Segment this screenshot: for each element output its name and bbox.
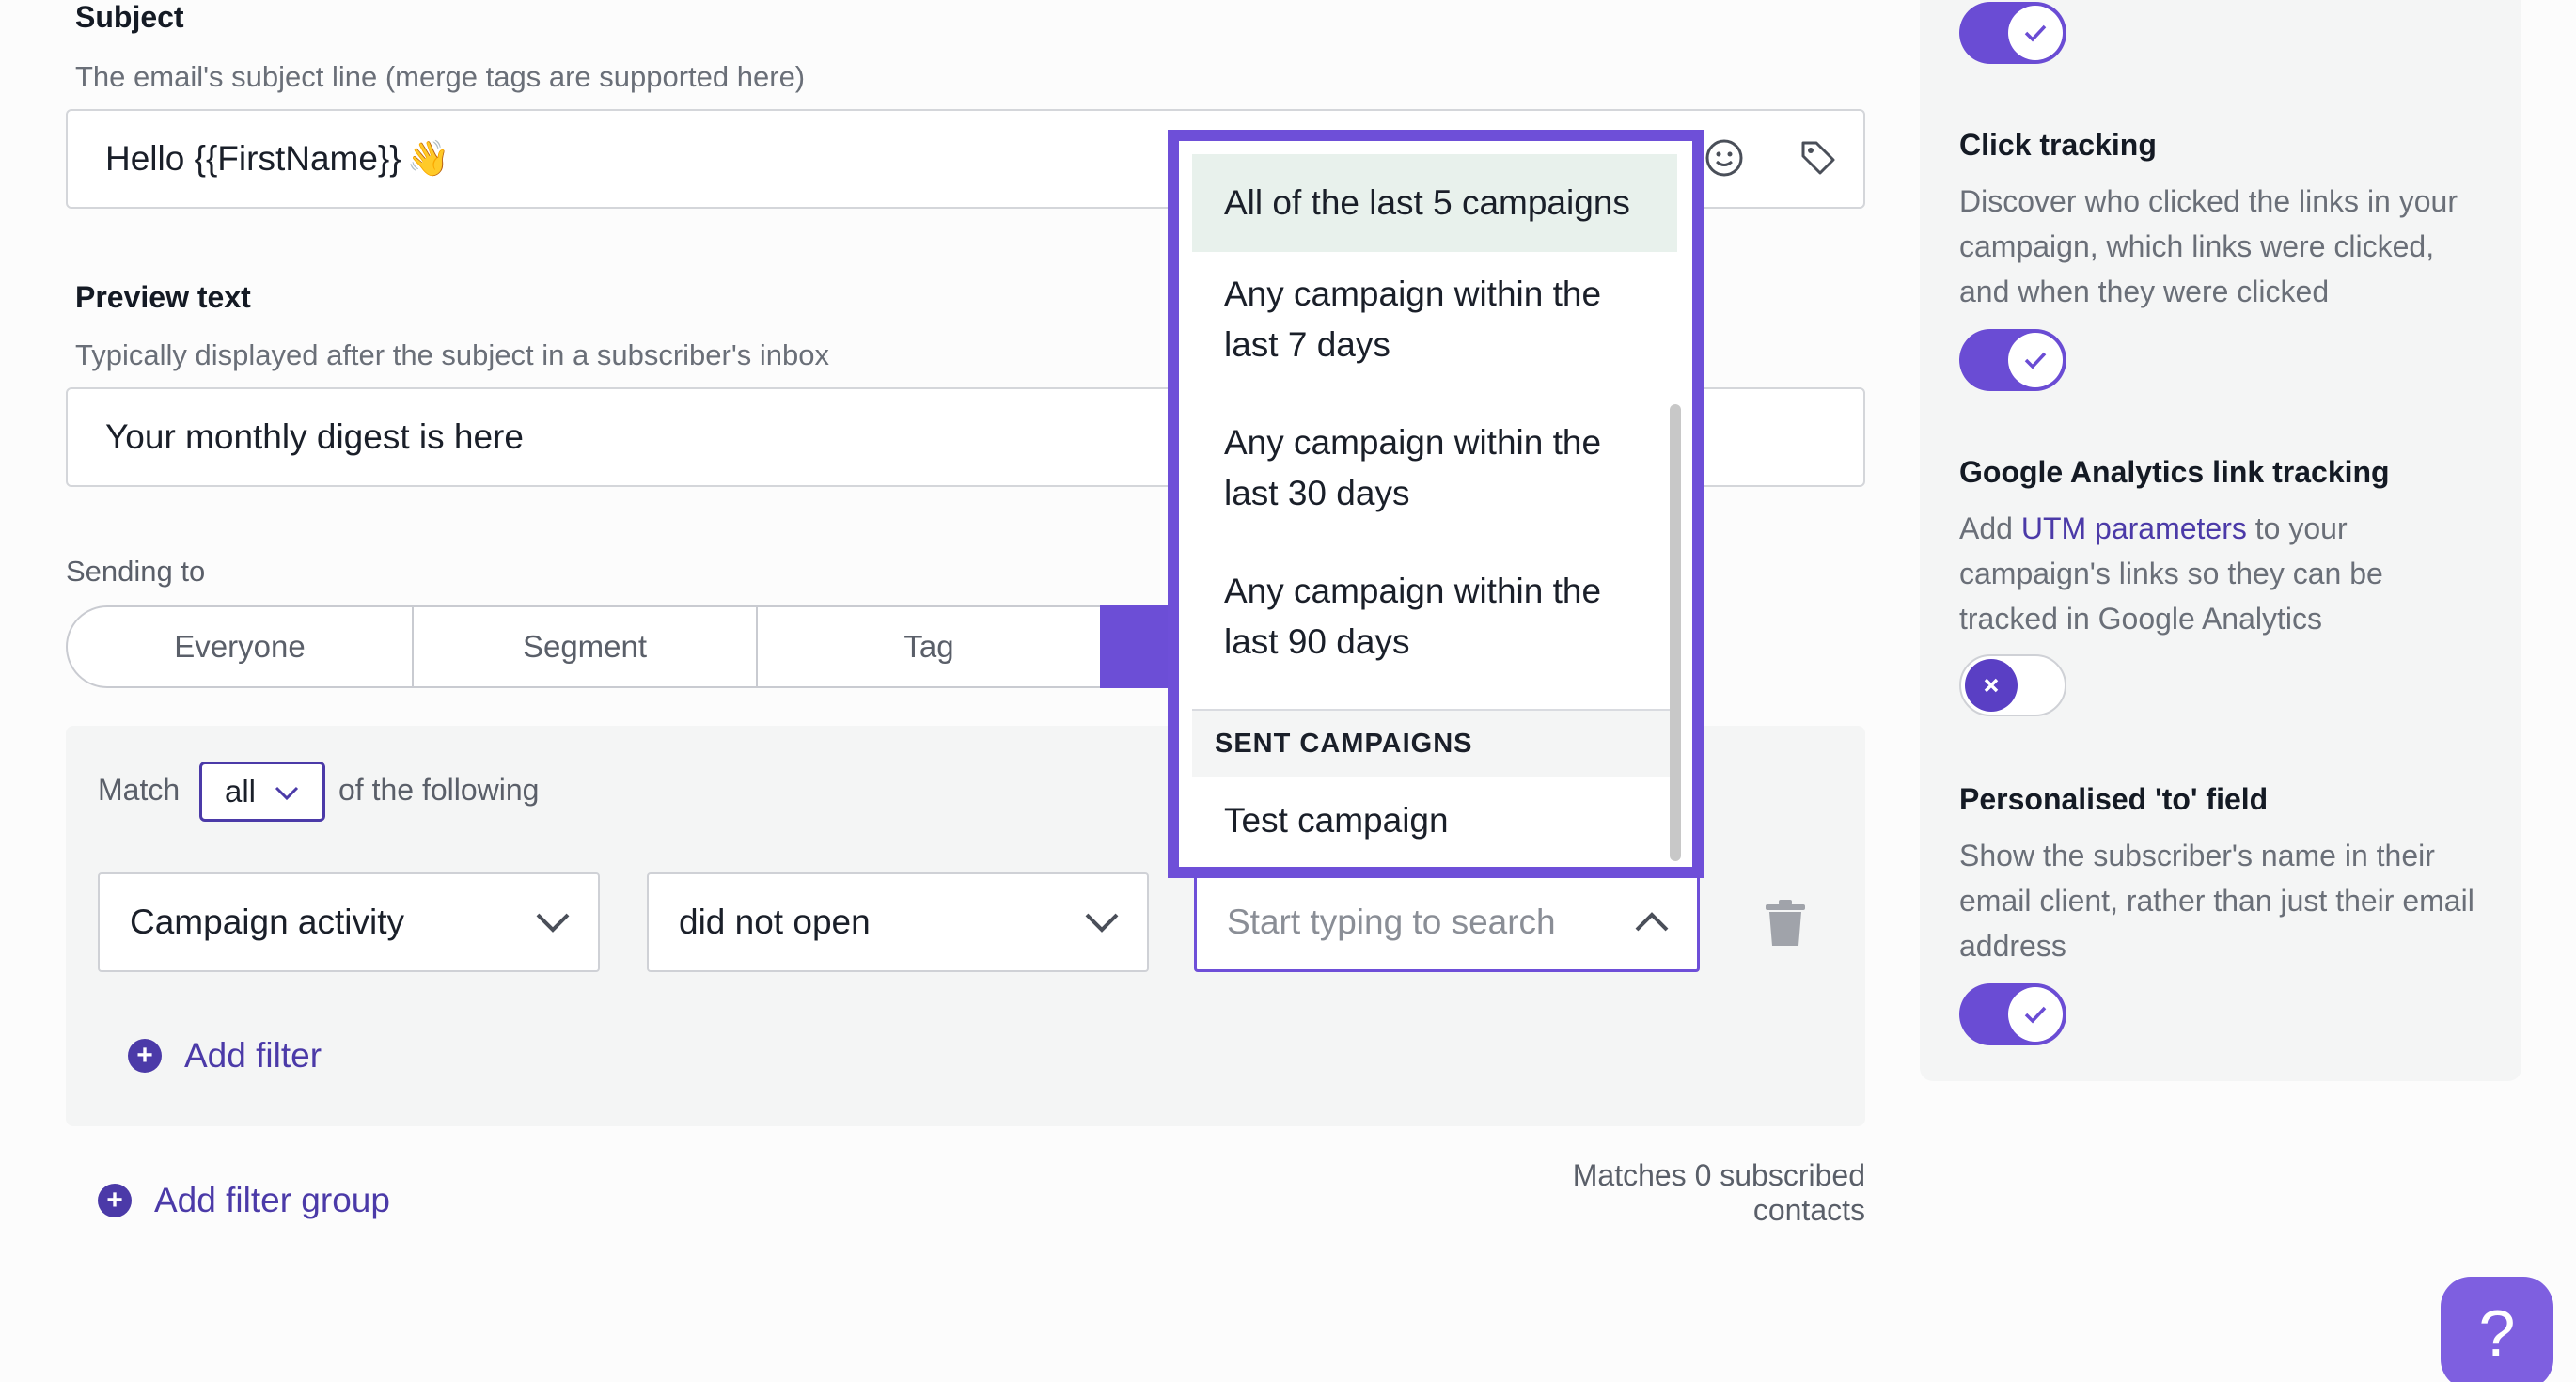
dropdown-option-label: Any campaign within the	[1224, 423, 1602, 462]
chevron-down-icon	[275, 786, 299, 801]
ga-tracking-desc: Add UTM parameters to your campaign's li…	[1959, 506, 2486, 641]
tag-icon[interactable]	[1798, 137, 1839, 179]
match-select[interactable]: all	[199, 762, 325, 822]
emoji-icon[interactable]	[1704, 137, 1745, 179]
chevron-down-icon	[1085, 913, 1119, 933]
dropdown-option-test-campaign[interactable]: Test campaign	[1192, 777, 1677, 865]
add-filter-button[interactable]: + Add filter	[128, 1036, 322, 1076]
chevron-up-icon	[1635, 912, 1669, 932]
campaign-search-input[interactable]: Start typing to search	[1194, 872, 1700, 972]
personalised-to-title: Personalised 'to' field	[1959, 782, 2269, 816]
dropdown-section-header: SENT CAMPAIGNS	[1192, 709, 1677, 777]
trash-icon[interactable]	[1764, 899, 1807, 948]
subject-value: Hello {{FirstName}}	[105, 139, 401, 178]
dropdown-option-label: Any campaign within the	[1224, 572, 1602, 610]
campaign-dropdown-list: All of the last 5 campaigns Any campaign…	[1192, 154, 1677, 865]
match-prefix: Match	[98, 773, 181, 807]
match-suffix: of the following	[338, 773, 540, 807]
matches-count: Matches 0 subscribed contacts	[1572, 1158, 1865, 1227]
add-filter-label: Add filter	[184, 1036, 322, 1075]
dropdown-option-label: All of the last 5 campaigns	[1224, 183, 1630, 222]
preview-help: Typically displayed after the subject in…	[75, 338, 829, 371]
dropdown-option-30-days[interactable]: Any campaign within the last 30 days	[1192, 417, 1677, 519]
personalised-to-toggle[interactable]	[1959, 983, 2066, 1045]
filter-operator-value: did not open	[679, 903, 871, 941]
help-button[interactable]: ?	[2441, 1277, 2553, 1382]
dropdown-option-label: Test campaign	[1224, 801, 1449, 840]
click-tracking-title: Click tracking	[1959, 128, 2157, 162]
personalised-to-desc: Show the subscriber's name in their emai…	[1959, 839, 2474, 963]
match-select-value: all	[225, 774, 257, 809]
click-tracking-desc: Discover who clicked the links in your c…	[1959, 184, 2458, 308]
dropdown-option-last-5[interactable]: All of the last 5 campaigns	[1192, 154, 1677, 252]
utm-parameters-link[interactable]: UTM parameters	[2021, 511, 2247, 545]
click-tracking-toggle[interactable]	[1959, 329, 2066, 391]
filter-field-select[interactable]: Campaign activity	[98, 872, 600, 972]
check-icon	[2008, 6, 2063, 60]
dropdown-option-label: last 30 days	[1224, 474, 1410, 512]
filter-field-value: Campaign activity	[130, 903, 405, 941]
dropdown-option-90-days[interactable]: Any campaign within the last 90 days	[1192, 566, 1677, 667]
campaign-search-placeholder: Start typing to search	[1227, 903, 1556, 941]
subject-help: The email's subject line (merge tags are…	[75, 60, 806, 93]
add-filter-group-button[interactable]: + Add filter group	[98, 1181, 390, 1220]
chevron-down-icon	[536, 913, 570, 933]
check-icon	[2008, 987, 2063, 1042]
top-setting-toggle[interactable]	[1959, 2, 2066, 64]
wave-emoji: 👋	[406, 138, 450, 178]
preview-label: Preview text	[75, 280, 251, 314]
sending-to-segment[interactable]: Segment	[412, 605, 758, 688]
subject-label: Subject	[75, 0, 184, 34]
ga-desc-prefix: Add	[1959, 511, 2021, 545]
sending-to-label: Sending to	[66, 555, 206, 588]
ga-tracking-title: Google Analytics link tracking	[1959, 455, 2390, 489]
x-icon	[1965, 659, 2018, 712]
dropdown-option-label: last 7 days	[1224, 325, 1390, 364]
plus-circle-icon: +	[98, 1184, 132, 1217]
dropdown-option-label: last 90 days	[1224, 622, 1410, 661]
dropdown-option-7-days[interactable]: Any campaign within the last 7 days	[1192, 269, 1677, 370]
add-filter-group-label: Add filter group	[154, 1181, 390, 1219]
preview-value: Your monthly digest is here	[105, 417, 524, 456]
dropdown-option-label: Any campaign within the	[1224, 275, 1602, 313]
sending-to-tag[interactable]: Tag	[756, 605, 1102, 688]
dropdown-scrollbar[interactable]	[1670, 404, 1681, 861]
filter-operator-select[interactable]: did not open	[647, 872, 1149, 972]
sending-to-everyone[interactable]: Everyone	[66, 605, 414, 688]
check-icon	[2008, 333, 2063, 387]
plus-circle-icon: +	[128, 1039, 162, 1073]
campaign-dropdown: All of the last 5 campaigns Any campaign…	[1168, 130, 1704, 878]
ga-tracking-toggle[interactable]	[1959, 654, 2066, 716]
